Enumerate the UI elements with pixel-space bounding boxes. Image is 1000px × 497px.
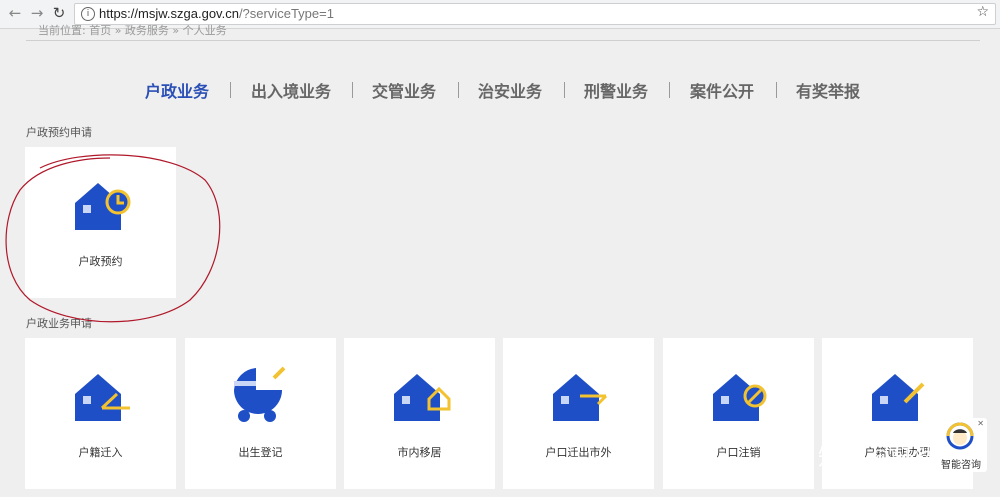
reload-icon[interactable]: ↻ (50, 4, 68, 22)
url-main: https://msjw.szga.gov.cn (99, 6, 239, 21)
info-icon[interactable]: i (81, 7, 95, 21)
tab-churujing[interactable]: 出入境业务 (251, 78, 331, 102)
house-arrow-out-icon (553, 374, 608, 421)
card-shinei-yiju[interactable]: 市内移居 (344, 338, 495, 489)
card-hukou-zhuxiao[interactable]: 户口注销 (663, 338, 814, 489)
breadcrumb-divider (26, 40, 980, 41)
card-huzheng-yuyue[interactable]: 户政预约 (25, 147, 176, 298)
support-agent-icon (946, 422, 974, 450)
section-title-business: 户政业务申请 (26, 317, 92, 330)
house-pen-icon (872, 374, 925, 421)
card-label: 市内移居 (397, 446, 442, 459)
bookmark-star-icon[interactable]: ☆ (976, 4, 989, 20)
address-text[interactable]: https://msjw.szga.gov.cn/?serviceType=1 (99, 6, 334, 21)
url-rest: /?serviceType=1 (238, 6, 334, 21)
card-huji-qianru[interactable]: 户籍迁入 (25, 338, 176, 489)
card-label: 出生登记 (238, 446, 283, 459)
house-clock-icon (75, 183, 131, 230)
tab-zhian[interactable]: 治安业务 (478, 78, 542, 102)
tab-jubao[interactable]: 有奖举报 (796, 78, 860, 102)
card-label: 户政预约 (78, 255, 123, 268)
card-label: 户籍迁入 (78, 446, 123, 459)
tab-separator (564, 82, 565, 98)
tab-xingjing[interactable]: 刑警业务 (584, 78, 648, 102)
service-tabs: 户政业务 出入境业务 交管业务 治安业务 刑警业务 案件公开 有奖举报 (0, 78, 1000, 102)
house-arrow-in-icon (75, 374, 130, 421)
tab-anjian[interactable]: 案件公开 (690, 78, 754, 102)
tab-huzheng[interactable]: 户政业务 (145, 78, 209, 102)
tab-jiaoguan[interactable]: 交管业务 (372, 78, 436, 102)
baby-stroller-icon (234, 366, 286, 422)
tab-separator (458, 82, 459, 98)
watermark: 知乎 @軒然 (818, 446, 935, 471)
section-title-appointment: 户政预约申请 (26, 126, 92, 139)
house-move-icon (394, 374, 451, 421)
card-label: 户口注销 (716, 446, 761, 459)
tab-separator (230, 82, 231, 98)
tab-separator (776, 82, 777, 98)
smart-consult-widget[interactable]: 智能咨询 ✕ (935, 418, 987, 472)
card-chusheng-dengji[interactable]: 出生登记 (185, 338, 336, 489)
tab-separator (669, 82, 670, 98)
card-hukou-qianchu[interactable]: 户口迁出市外 (503, 338, 654, 489)
breadcrumb: 当前位置: 首页 » 政务服务 » 个人业务 (38, 24, 227, 37)
tab-separator (352, 82, 353, 98)
house-cancel-icon (713, 374, 767, 421)
close-icon[interactable]: ✕ (977, 419, 984, 428)
back-icon[interactable]: ← (6, 4, 24, 22)
helper-label: 智能咨询 (941, 460, 981, 471)
forward-icon[interactable]: → (28, 4, 46, 22)
card-label: 户口迁出市外 (545, 446, 612, 459)
